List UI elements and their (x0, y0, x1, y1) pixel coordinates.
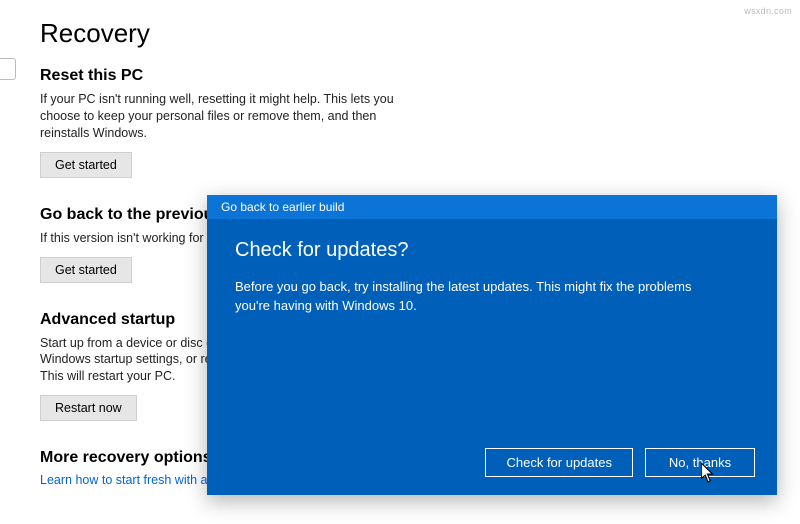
edge-handle[interactable] (0, 58, 16, 80)
reset-pc-heading: Reset this PC (40, 67, 780, 85)
dialog-titlebar: Go back to earlier build (207, 195, 777, 219)
dialog-heading: Check for updates? (235, 239, 749, 262)
check-for-updates-button[interactable]: Check for updates (485, 448, 633, 477)
restart-now-button[interactable]: Restart now (40, 395, 137, 421)
reset-pc-desc: If your PC isn't running well, resetting… (40, 91, 400, 142)
reset-pc-section: Reset this PC If your PC isn't running w… (40, 67, 780, 178)
dialog-button-row: Check for updates No, thanks (485, 448, 755, 477)
no-thanks-button[interactable]: No, thanks (645, 448, 755, 477)
go-back-get-started-button[interactable]: Get started (40, 257, 132, 283)
page-title: Recovery (40, 18, 780, 49)
dialog-body: Check for updates? Before you go back, t… (207, 219, 777, 336)
watermark: wsxdn.com (744, 6, 792, 16)
reset-pc-get-started-button[interactable]: Get started (40, 152, 132, 178)
dialog-text: Before you go back, try installing the l… (235, 278, 715, 316)
go-back-dialog: Go back to earlier build Check for updat… (207, 195, 777, 495)
